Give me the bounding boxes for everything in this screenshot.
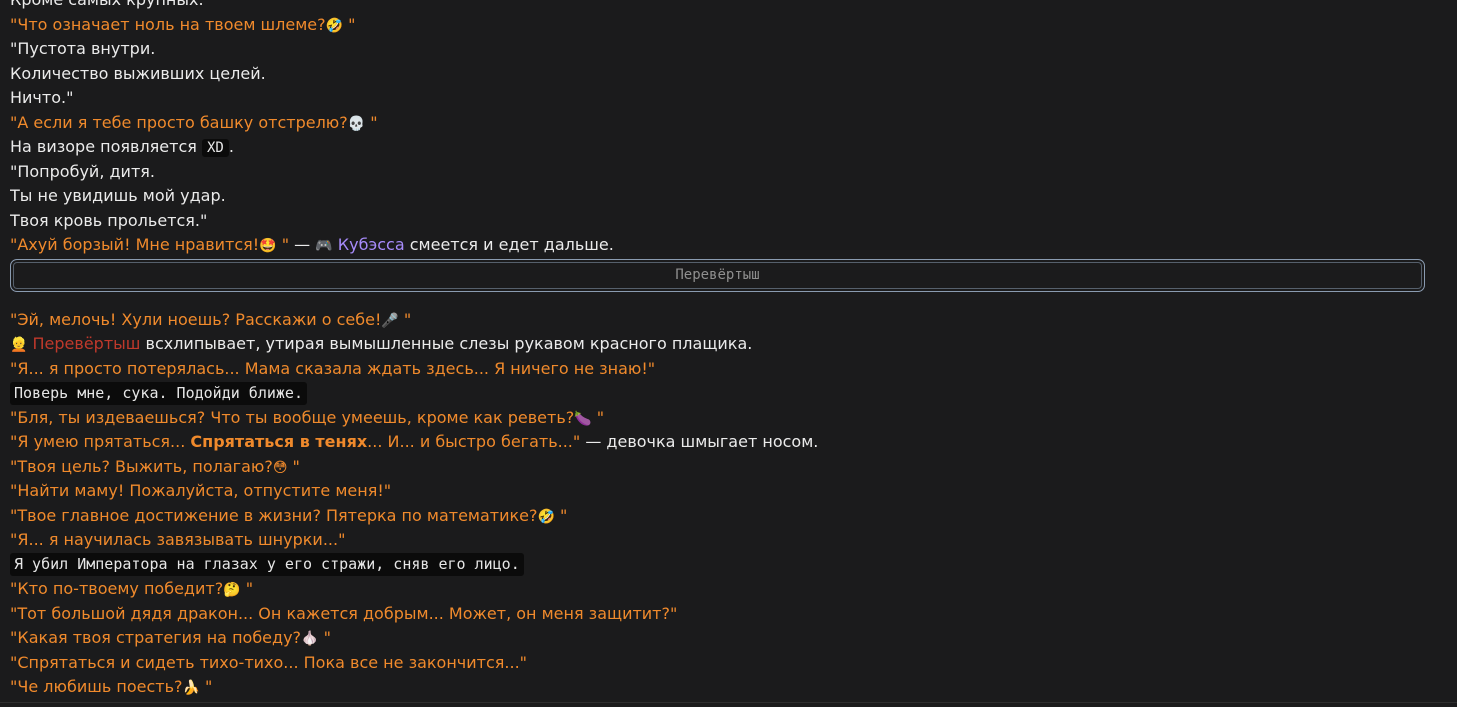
message-text: " <box>343 14 356 34</box>
message-text: "Что означает ноль на твоем шлеме? <box>10 14 326 34</box>
message-text: " <box>365 112 378 132</box>
quote-line: "Я... я научилась завязывать шнурки..." <box>10 528 1425 553</box>
message-text: ... И... и быстро бегать..." <box>367 432 581 451</box>
reply-line: "Попробуй, дитя. <box>10 160 1425 185</box>
message-text: "Попробуй, дитя. <box>10 161 155 181</box>
quote-line: "Тот большой дядя дракон... Он кажется д… <box>10 602 1425 627</box>
chat-log: Кроме самых крупных. "Что означает ноль … <box>10 0 1425 700</box>
message-text: "Твое главное достижение в жизни? Пятерк… <box>10 505 538 525</box>
garlic-emoji-icon: 🧄 <box>301 631 319 647</box>
star-struck-emoji-icon: 🤩 <box>259 238 277 254</box>
message-text: "Эй, мелочь! Хули ноешь? Расскажи о себе… <box>10 309 382 329</box>
inline-code: XD <box>201 139 229 157</box>
flushed-emoji-icon: 😳 <box>272 459 288 476</box>
quote-line: "Кто по-твоему победит?🤔 " <box>10 577 1425 602</box>
message-text: "Найти маму! Пожалуйста, отпустите меня!… <box>10 481 392 500</box>
message-text: Количество выживших целей. <box>10 63 266 83</box>
code-line: Я убил Императора на глазах у его стражи… <box>10 553 1425 578</box>
message-text: . <box>228 137 234 156</box>
rofl-emoji-icon: 🤣 <box>325 17 344 34</box>
message-text: Ничто." <box>10 88 74 107</box>
character-name-perevertysh[interactable]: Перевёртыш <box>27 334 141 353</box>
narration-line: На визоре появляется XD. <box>10 135 1425 160</box>
message-text: "Спрятаться и сидеть тихо-тихо... Пока в… <box>10 652 528 672</box>
reply-line: Твоя кровь прольется." <box>10 209 1425 234</box>
reply-line: Количество выживших целей. <box>10 62 1425 87</box>
quote-line: "Твое главное достижение в жизни? Пятерк… <box>10 504 1425 529</box>
message-text: "Твоя цель? Выжить, полагаю? <box>10 456 273 476</box>
code-block: Поверь мне, сука. Подойди ближе. <box>10 381 307 405</box>
quote-line: "Я... я просто потерялась... Мама сказал… <box>10 357 1425 382</box>
message-text: "Бля, ты издеваешься? Что ты вообще умее… <box>10 407 575 427</box>
reply-line: Ничто." <box>10 86 1425 111</box>
quote-line: "Твоя цель? Выжить, полагаю?😳 " <box>10 455 1425 480</box>
message-text: Ты не увидишь мой удар. <box>10 186 226 205</box>
message-text: " <box>240 579 254 598</box>
message-text: " <box>287 456 300 476</box>
message-text: " <box>398 309 412 329</box>
message-text: "Че любишь поесть? <box>10 677 183 696</box>
message-text: "Какая твоя стратегия на победу? <box>10 628 302 647</box>
message-text: "А если я тебе просто башку отстрелю? <box>10 112 348 132</box>
reply-line: "Пустота внутри. <box>10 37 1425 62</box>
rofl-emoji-icon: 🤣 <box>537 508 555 525</box>
quote-line: "Найти маму! Пожалуйста, отпустите меня!… <box>10 479 1425 504</box>
quote-line: "Спрятаться и сидеть тихо-тихо... Пока в… <box>10 651 1425 676</box>
blond-person-icon: 👱 <box>10 337 28 353</box>
message-text: всхлипывает, утирая вымышленные слезы ру… <box>140 334 753 353</box>
message-text: Кроме самых крупных. <box>10 0 204 9</box>
thinking-emoji-icon: 🤔 <box>223 582 241 598</box>
message-text: "Я... я просто потерялась... Мама сказал… <box>10 358 656 378</box>
quote-line: "Бля, ты издеваешься? Что ты вообще умее… <box>10 406 1425 431</box>
quote-line: "А если я тебе просто башку отстрелю?💀 " <box>10 111 1425 136</box>
code-block: Я убил Императора на глазах у его стражи… <box>10 553 524 577</box>
message-text: "Кто по-твоему победит? <box>10 579 224 598</box>
message-text: — девочка шмыгает носом. <box>580 432 819 451</box>
bottom-divider <box>0 702 1457 707</box>
message-text: "Я умею прятаться... <box>10 432 191 451</box>
quote-line: "Я умею прятаться... Спрятаться в тенях.… <box>10 430 1425 455</box>
bold-text: Спрятаться в тенях <box>190 432 368 451</box>
character-name-kubessa[interactable]: Кубэсса <box>333 235 405 254</box>
section-button-perevertysh[interactable]: Перевёртыш <box>10 258 1425 292</box>
code-line: Поверь мне, сука. Подойди ближе. <box>10 381 1425 406</box>
message-text: " <box>199 677 213 696</box>
quote-line: "Что означает ноль на твоем шлеме?🤣 " <box>10 13 1425 38</box>
reply-line: Ты не увидишь мой удар. <box>10 184 1425 209</box>
message-text: " <box>554 505 568 525</box>
message-text: " <box>276 235 290 254</box>
quote-line: "Че любишь поесть?🍌 " <box>10 675 1425 700</box>
dash: — <box>289 235 316 254</box>
narration-line: 👱 Перевёртыш всхлипывает, утирая вымышле… <box>10 332 1425 357</box>
quote-line: "Ахуй борзый! Мне нравится!🤩 " — 🎮 Кубэс… <box>10 233 1425 258</box>
message-text: "Ахуй борзый! Мне нравится! <box>10 235 260 254</box>
section-button-label: Перевёртыш <box>675 267 760 283</box>
narration-line: Кроме самых крупных. <box>10 0 1425 13</box>
gamepad-icon: 🎮 <box>315 238 333 254</box>
quote-line: "Какая твоя стратегия на победу?🧄 " <box>10 626 1425 651</box>
message-text: " <box>591 407 605 427</box>
eggplant-emoji-icon: 🍆 <box>574 410 592 427</box>
banana-emoji-icon: 🍌 <box>182 680 200 696</box>
quote-line: "Эй, мелочь! Хули ноешь? Расскажи о себе… <box>10 308 1425 333</box>
message-text: смеется и едет дальше. <box>404 235 614 254</box>
message-text: "Пустота внутри. <box>10 39 156 58</box>
skull-emoji-icon: 💀 <box>347 115 366 132</box>
message-text: " <box>318 628 331 647</box>
message-text: "Я... я научилась завязывать шнурки..." <box>10 530 346 549</box>
microphone-emoji-icon: 🎤 <box>381 312 399 329</box>
message-text: "Тот большой дядя дракон... Он кажется д… <box>10 603 678 623</box>
message-text: На визоре появляется <box>10 137 202 156</box>
message-text: Твоя кровь прольется." <box>10 210 208 230</box>
